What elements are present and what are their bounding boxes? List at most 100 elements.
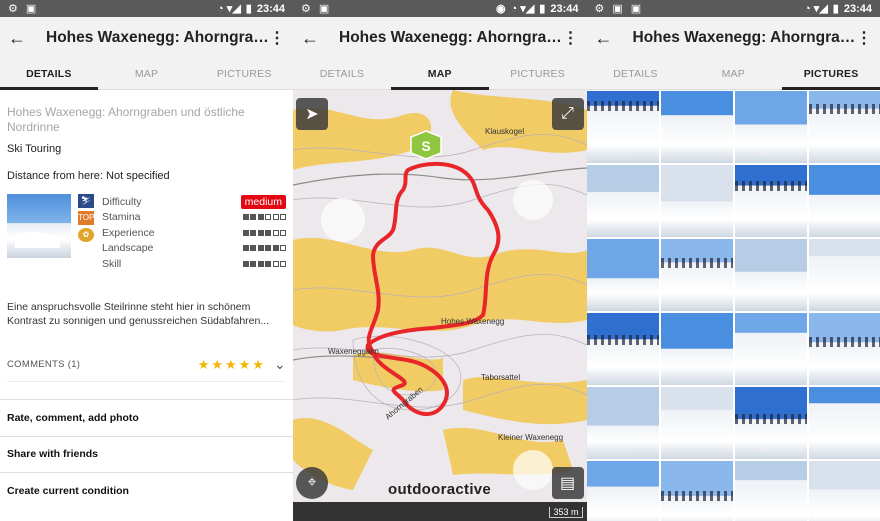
app-bar: ← Hohes Waxenegg: Ahorngrab… ⋮ [293, 17, 587, 59]
photo-thumbnail[interactable] [586, 91, 659, 163]
share-button[interactable]: Share with friends [0, 435, 293, 473]
level-dots [242, 260, 286, 267]
scale-bar: 353 m [549, 507, 583, 518]
photo-thumbnail[interactable] [734, 461, 807, 521]
level-dot [250, 245, 256, 252]
photo-thumbnail[interactable] [734, 239, 807, 311]
rate-comment-button[interactable]: Rate, comment, add photo [0, 399, 293, 436]
more-options-icon[interactable]: ⋮ [563, 28, 579, 48]
battery-status-icon: ▮ [245, 3, 252, 15]
image-status-icon: ▣ [318, 3, 330, 15]
photo-thumbnail[interactable] [586, 387, 659, 459]
start-marker[interactable]: S [410, 130, 442, 160]
photo-thumbnail[interactable] [734, 91, 807, 163]
comments-header[interactable]: COMMENTS (1) ★★★★★ ⌄ [7, 348, 286, 382]
create-condition-button[interactable]: Create current condition [0, 472, 293, 509]
photo-thumbnail[interactable] [660, 313, 733, 385]
comments-label: COMMENTS (1) [7, 358, 81, 370]
locate-me-icon[interactable]: ⌖ [296, 467, 328, 499]
map-footer: 353 m [293, 502, 587, 521]
back-arrow-icon[interactable]: ← [8, 28, 34, 49]
pictures-screen: ⚙ ▣ ▣ ◔ ▾◢ ▮ 23:44 ← Hohes Waxenegg: Ahorngr… [586, 0, 880, 521]
photo-thumbnail[interactable] [586, 313, 659, 385]
photo-thumbnail[interactable] [586, 461, 659, 521]
level-dots [242, 245, 286, 252]
level-dot [280, 229, 286, 236]
app-bar: ← Hohes Waxenegg: Ahorngraben und östlic… [0, 17, 293, 59]
rating-skill: Skill [102, 256, 286, 272]
outdooractive-logo: outdooractive [388, 481, 492, 498]
page-title: Hohes Waxenegg: Ahorngrab… [632, 29, 857, 46]
tree-line [808, 337, 880, 348]
tab-bar: DETAILS MAP PICTURES [0, 59, 293, 90]
more-options-icon[interactable]: ⋮ [856, 28, 872, 48]
level-dot [250, 229, 256, 236]
photo-thumbnail[interactable] [734, 313, 807, 385]
tab-map[interactable]: MAP [390, 59, 489, 90]
photo-thumbnail[interactable] [660, 91, 733, 163]
photo-thumbnail[interactable] [660, 239, 733, 311]
tab-bar: DETAILS MAP PICTURES [293, 59, 587, 90]
map-screen: ⚙ ▣ ◉ ◔ ▾◢ ▮ 23:44 ← Hohes Waxenegg: Ahorngr… [293, 0, 587, 521]
back-arrow-icon[interactable]: ← [595, 28, 621, 49]
details-screen: ⚙ ▣ ◔ ▾◢ ▮ 23:44 ← Hohes Waxenegg: Ahorngra… [0, 0, 293, 521]
level-dot [257, 245, 264, 252]
level-dot [280, 214, 286, 221]
page-title: Hohes Waxenegg: Ahorngraben und östliche… [46, 29, 269, 46]
photo-thumbnail[interactable] [808, 461, 880, 521]
tour-category: Ski Touring [7, 143, 62, 155]
app-bar: ← Hohes Waxenegg: Ahorngrab… ⋮ [586, 17, 880, 59]
status-bar: ⚙ ▣ ▣ ◔ ▾◢ ▮ 23:44 [586, 0, 880, 17]
level-dot [280, 245, 286, 252]
level-dot [242, 245, 249, 252]
rating-difficulty: Difficulty medium [102, 194, 286, 210]
level-dots [242, 229, 286, 236]
status-bar: ⚙ ▣ ◔ ▾◢ ▮ 23:44 [0, 0, 293, 17]
tab-pictures[interactable]: PICTURES [782, 59, 880, 90]
map-view[interactable]: Klauskogel Hohes Waxenegg Waxeneggalm Ah… [293, 90, 587, 502]
tab-pictures[interactable]: PICTURES [489, 59, 587, 89]
photo-thumbnail[interactable] [586, 165, 659, 237]
tab-bar: DETAILS MAP PICTURES [586, 59, 880, 90]
topo-map: Klauskogel Hohes Waxenegg Waxeneggalm Ah… [293, 90, 587, 502]
star-rating: ★★★★★ [197, 356, 266, 372]
location-status-icon: ◉ [496, 3, 506, 15]
image-status-icon: ▣ [25, 3, 37, 15]
level-dot [242, 214, 249, 221]
level-dot [280, 260, 286, 267]
photo-thumbnail[interactable] [808, 387, 880, 459]
tab-details[interactable]: DETAILS [293, 59, 391, 89]
map-label-kleiner-waxenegg: Kleiner Waxenegg [498, 433, 563, 442]
tour-thumbnail[interactable] [7, 194, 71, 258]
photo-thumbnail[interactable] [586, 239, 659, 311]
compass-icon[interactable]: ➤ [296, 98, 328, 130]
photo-thumbnail[interactable] [734, 387, 807, 459]
rating-landscape: Landscape [102, 241, 286, 257]
photo-thumbnail[interactable] [808, 91, 880, 163]
badge-icons: ⛷ TOP ✿ [78, 194, 102, 272]
layers-icon[interactable]: ▤ [551, 467, 584, 499]
photo-thumbnail[interactable] [808, 165, 880, 237]
photo-thumbnail[interactable] [808, 313, 880, 385]
tab-details[interactable]: DETAILS [0, 59, 98, 90]
photo-thumbnail[interactable] [660, 387, 733, 459]
more-options-icon[interactable]: ⋮ [269, 28, 285, 48]
photo-thumbnail[interactable] [808, 239, 880, 311]
level-dots [242, 214, 286, 221]
photo-thumbnail[interactable] [660, 461, 733, 521]
photo-thumbnail[interactable] [734, 165, 807, 237]
level-dot [250, 214, 256, 221]
skier-icon: ⛷ [78, 194, 94, 208]
back-arrow-icon[interactable]: ← [301, 28, 327, 49]
tree-line [660, 491, 733, 502]
tab-map[interactable]: MAP [684, 59, 782, 89]
battery-status-icon: ▮ [539, 3, 546, 15]
tab-map[interactable]: MAP [98, 59, 196, 89]
photo-thumbnail[interactable] [660, 165, 733, 237]
fullscreen-icon[interactable]: ⤢ [551, 98, 584, 130]
tree-line [808, 103, 880, 114]
settings-status-icon: ⚙ [301, 3, 311, 15]
tab-details[interactable]: DETAILS [587, 59, 685, 89]
tab-pictures[interactable]: PICTURES [195, 59, 293, 89]
tour-distance: Distance from here: Not specified [7, 170, 170, 182]
